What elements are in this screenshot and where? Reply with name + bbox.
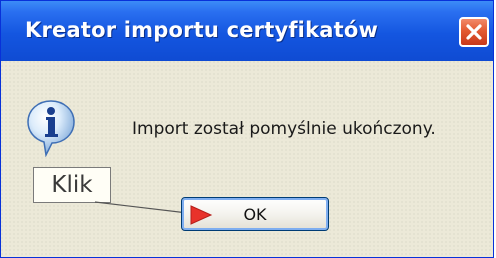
- red-arrow-icon: [190, 205, 213, 225]
- title-bar[interactable]: Kreator importu certyfikatów: [1, 1, 493, 61]
- callout-label: Klik: [51, 172, 93, 198]
- dialog-message: Import został pomyślnie ukończony.: [132, 119, 436, 139]
- close-icon: [466, 24, 482, 40]
- klik-callout: Klik: [33, 167, 111, 203]
- close-button[interactable]: [459, 17, 489, 47]
- info-icon: [27, 100, 75, 157]
- ok-button-label: OK: [243, 204, 267, 224]
- window-title: Kreator importu certyfikatów: [25, 18, 379, 42]
